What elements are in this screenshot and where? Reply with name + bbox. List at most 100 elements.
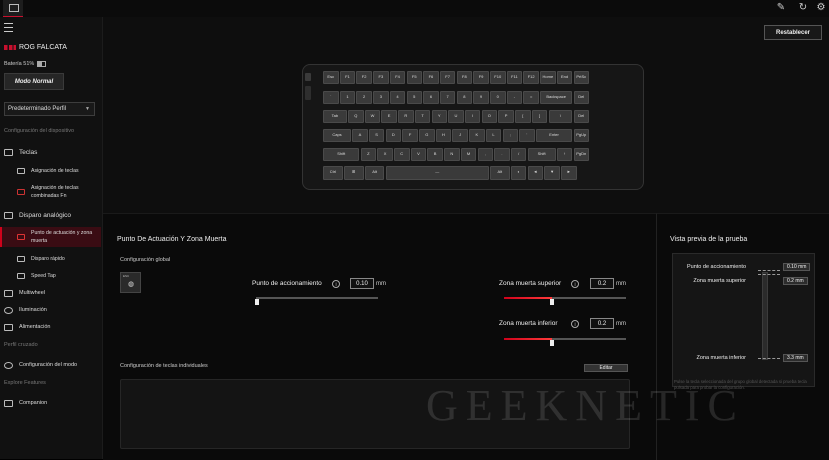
keyboard-key[interactable]: V [410,148,427,161]
keyboard-key[interactable]: F12 [523,71,539,84]
keyboard-key[interactable]: / [510,148,527,161]
keyboard-key[interactable]: F2 [356,71,372,84]
keyboard-key[interactable]: ► [561,166,577,180]
sidebar-item-asignacion-teclas[interactable]: Asignación de teclas [0,165,101,177]
keyboard-key[interactable]: Backspace [540,91,573,104]
keyboard-key[interactable]: I [464,110,481,123]
keyboard-key[interactable]: Caps [323,129,351,142]
keyboard-key[interactable]: 1 [339,91,356,104]
sidebar-item-asignacion-combinadas[interactable]: Asignación de teclas combinadas Fn [0,182,101,201]
actuation-slider-thumb[interactable] [255,299,259,305]
keyboard-key[interactable]: D [385,129,402,142]
keyboard-key[interactable]: 2 [356,91,372,104]
keyboard-key[interactable]: 6 [423,91,439,104]
keyboard-key[interactable]: Esc [323,71,339,84]
keyboard-key[interactable]: F9 [473,71,489,84]
keyboard-key[interactable]: T [414,110,431,123]
menu-icon[interactable] [4,23,13,32]
keyboard-key[interactable]: Z [360,148,377,161]
keyboard-key[interactable]: 0 [490,91,506,104]
keyboard-key[interactable]: End [556,71,573,84]
keyboard-key[interactable]: M [460,148,477,161]
keyboard-key[interactable]: B [427,148,443,161]
keyboard-key[interactable]: - [506,91,523,104]
keyboard-key[interactable]: Shift [323,148,360,161]
keyboard-key[interactable]: Enter [535,129,573,142]
keyboard-key[interactable]: PgUp [573,129,589,142]
keyboard-key[interactable]: \ [548,110,573,123]
keyboard-key[interactable]: K [469,129,485,142]
keyboard-key[interactable]: 4 [389,91,406,104]
keyboard-key[interactable]: X [377,148,393,161]
keyboard-key[interactable]: Del [573,91,589,104]
upper-deadzone-thumb[interactable] [550,299,554,305]
lower-deadzone-thumb[interactable] [550,340,554,346]
keyboard-key[interactable]: , [477,148,493,161]
keyboard-key[interactable]: G [419,129,435,142]
keyboard-key[interactable]: ▼ [544,166,560,180]
keyboard-key[interactable]: Ctrl [323,166,343,180]
keyboard-key[interactable]: Home [540,71,556,84]
keyboard-key[interactable]: Y [431,110,447,123]
global-key-tile[interactable]: ESC ◍ [120,272,141,293]
keyboard-key[interactable]: [ [515,110,531,123]
keyboard-key[interactable]: ◄ [527,166,544,180]
keyboard-key[interactable]: F3 [373,71,389,84]
keyboard-key[interactable]: 3 [373,91,389,104]
keyboard-key[interactable]: F8 [456,71,473,84]
keyboard-key[interactable]: ↑ [556,148,573,161]
sidebar-item-companion[interactable]: Companion [0,397,101,409]
actuation-value-input[interactable]: 0.10 [350,278,374,289]
keyboard-key[interactable]: F7 [439,71,456,84]
keyboard-key[interactable]: W [364,110,381,123]
settings-icon[interactable]: ⚙ [815,2,827,14]
sidebar-item-teclas[interactable]: Teclas [0,146,101,158]
sidebar-item-alimentacion[interactable]: Alimentación [0,321,101,333]
keyboard-key[interactable]: — [385,166,489,180]
keyboard-key[interactable]: ' [519,129,535,142]
keyboard-key[interactable]: ; [502,129,518,142]
keyboard-key[interactable]: P [498,110,514,123]
profile-select[interactable]: Predeterminado Perfil ▼ [4,102,95,116]
keyboard-key[interactable]: O [481,110,498,123]
keyboard-key[interactable]: N [444,148,460,161]
upper-deadzone-track[interactable] [552,297,626,299]
upper-deadzone-input[interactable]: 0.2 [590,278,614,289]
keyboard-key[interactable]: ⊞ [343,166,364,180]
keyboard-key[interactable]: Alt [364,166,385,180]
keyboard-key[interactable]: C [394,148,410,161]
keyboard-key[interactable]: E [381,110,397,123]
keyboard-key[interactable]: F11 [506,71,523,84]
keyboard-key[interactable]: L [485,129,502,142]
keyboard-key[interactable]: F [402,129,418,142]
keyboard-key[interactable]: ` [323,91,339,104]
keyboard-key[interactable]: F10 [490,71,506,84]
sidebar-item-disparo-rapido[interactable]: Disparo rápido [0,253,101,265]
keyboard-key[interactable]: J [452,129,468,142]
lower-deadzone-track[interactable] [552,338,626,340]
edit-button[interactable]: Editar [584,364,628,372]
sidebar-item-punto-actuacion[interactable]: Punto de actuación y zona muerta [0,227,101,247]
sidebar-item-speed-tap[interactable]: Speed Tap [0,270,101,282]
brush-icon[interactable]: ✎ [775,2,787,14]
keyboard-key[interactable]: F1 [339,71,356,84]
keyboard-key[interactable]: 9 [473,91,489,104]
keyboard-key[interactable]: S [368,129,385,142]
keyboard-key[interactable]: Tab [323,110,347,123]
sidebar-item-disparo-analogico[interactable]: Disparo analógico [0,209,101,221]
lower-deadzone-input[interactable]: 0.2 [590,318,614,329]
info-icon[interactable]: i [571,280,579,288]
keyboard-key[interactable]: H [435,129,452,142]
keyboard-key[interactable]: 5 [406,91,422,104]
keyboard-key[interactable]: 8 [456,91,473,104]
keyboard-key[interactable]: Del [573,110,589,123]
keyboard-key[interactable]: PrtSc [573,71,589,84]
keyboard-key[interactable]: A [352,129,368,142]
sidebar-item-iluminacion[interactable]: Iluminación [0,304,101,316]
keyboard-key[interactable]: ◐ [510,166,527,180]
sidebar-item-config-modo[interactable]: Configuración del modo [0,359,101,371]
keyboard-key[interactable]: Q [348,110,364,123]
info-icon[interactable]: i [571,320,579,328]
keyboard-key[interactable]: = [523,91,539,104]
keyboard-key[interactable]: Alt [490,166,510,180]
